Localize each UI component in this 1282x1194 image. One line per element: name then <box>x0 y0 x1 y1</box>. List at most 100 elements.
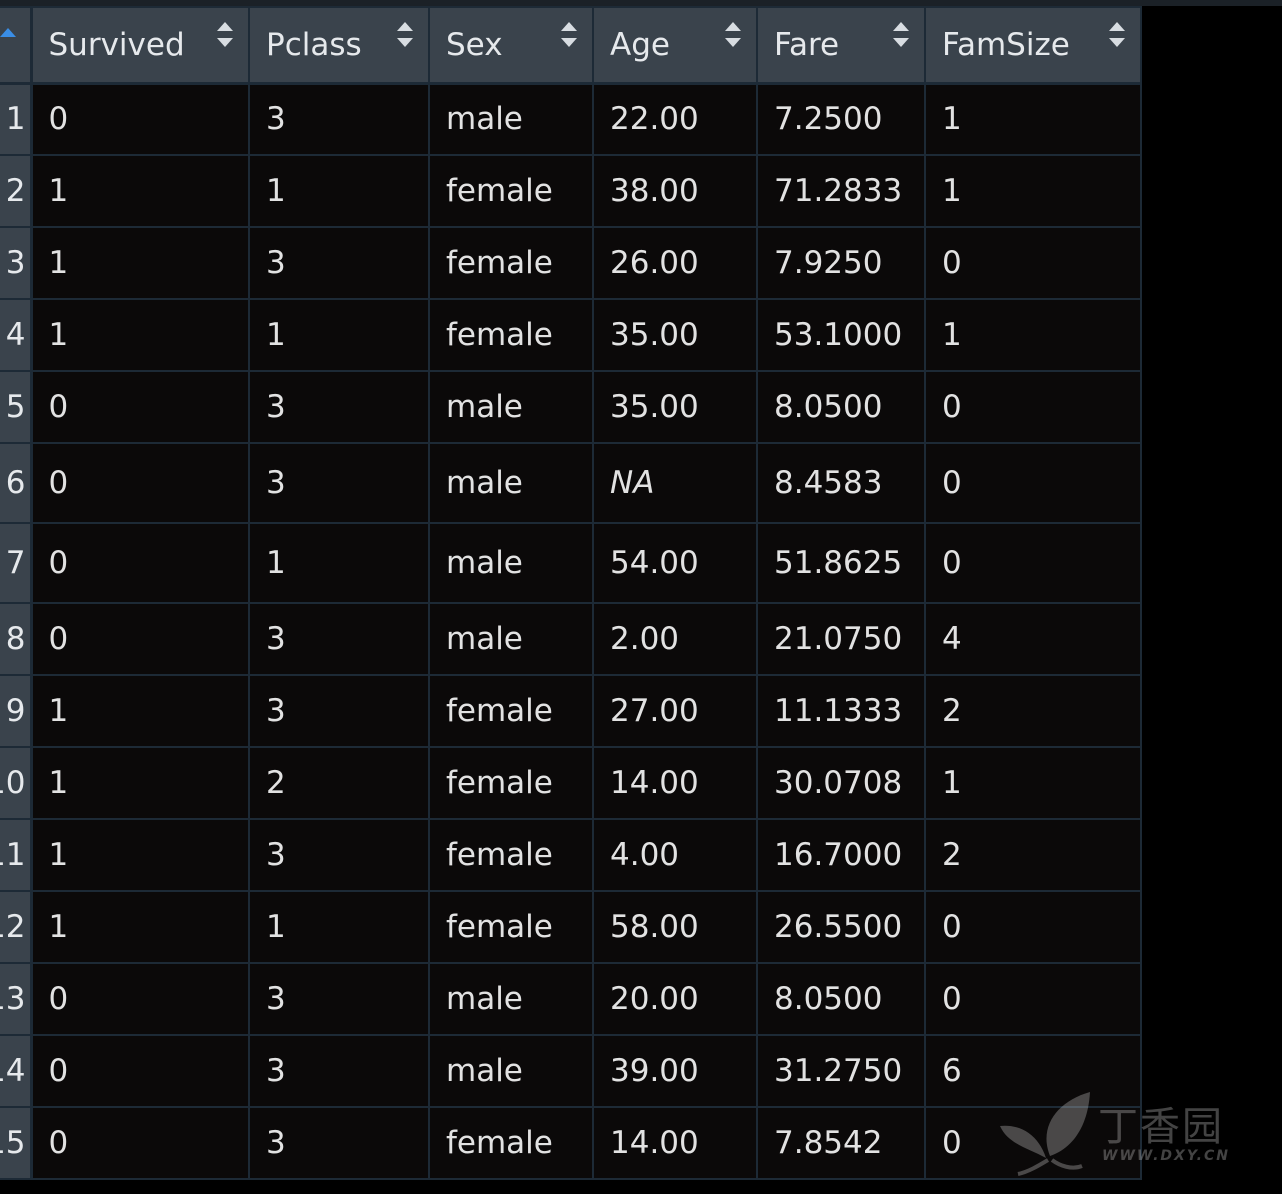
cell-pclass: 2 <box>248 746 430 820</box>
cell-age: 58.00 <box>592 890 758 964</box>
cell-pclass: 3 <box>248 226 430 300</box>
cell-famsize: 0 <box>924 962 1142 1036</box>
sort-ascending-icon <box>0 28 16 37</box>
sort-icon[interactable] <box>724 22 742 52</box>
cell-sex: female <box>428 818 594 892</box>
cell-famsize: 1 <box>924 82 1142 156</box>
table-row[interactable]: 1303male20.008.05000 <box>0 962 1142 1036</box>
cell-pclass: 1 <box>248 298 430 372</box>
watermark-url: WWW.DXY.CN <box>1102 1148 1230 1164</box>
column-header-sex[interactable]: Sex <box>428 6 594 85</box>
cell-survived: 1 <box>30 818 250 892</box>
table-row[interactable]: 5 0 3 male 35.00 8.0500 0 <box>0 370 1142 444</box>
cell-famsize: 0 <box>924 226 1142 300</box>
table-row[interactable]: 1 0 3 male 22.00 7.2500 1 <box>0 82 1142 156</box>
cell-famsize: 4 <box>924 602 1142 676</box>
row-number: 6 <box>0 442 33 524</box>
table-row[interactable]: 8 0 3 male 2.00 21.0750 4 <box>0 602 1142 676</box>
cell-fare: 16.7000 <box>756 818 926 892</box>
row-number: 2 <box>0 154 33 228</box>
row-number-header[interactable] <box>0 6 33 85</box>
cell-fare: 53.1000 <box>756 298 926 372</box>
row-number: 4 <box>0 298 33 372</box>
cell-fare: 8.0500 <box>756 370 926 444</box>
sort-icon[interactable] <box>560 22 578 52</box>
cell-sex: male <box>428 442 594 524</box>
table-row[interactable]: 2 1 1 female 38.00 71.2833 1 <box>0 154 1142 228</box>
cell-sex: male <box>428 82 594 156</box>
table-row[interactable]: 6 0 3 male NA 8.4583 0 <box>0 442 1142 524</box>
sort-icon[interactable] <box>1108 22 1126 52</box>
cell-famsize: 1 <box>924 746 1142 820</box>
cell-sex: female <box>428 674 594 748</box>
cell-age: 22.00 <box>592 82 758 156</box>
cell-survived: 1 <box>30 154 250 228</box>
cell-survived: 0 <box>30 1106 250 1180</box>
table-row[interactable]: 4 1 1 female 35.00 53.1000 1 <box>0 298 1142 372</box>
column-header-famsize[interactable]: FamSize <box>924 6 1142 85</box>
watermark-brand: 丁香园 <box>1098 1104 1224 1150</box>
table-row[interactable]: 1403male39.0031.27506 <box>0 1034 1142 1108</box>
cell-fare: 31.2750 <box>756 1034 926 1108</box>
cell-survived: 1 <box>30 298 250 372</box>
row-number: 9 <box>0 674 33 748</box>
cell-age: 35.00 <box>592 370 758 444</box>
cell-age: 54.00 <box>592 522 758 604</box>
cell-survived: 1 <box>30 674 250 748</box>
sort-icon[interactable] <box>396 22 414 52</box>
column-header-age[interactable]: Age <box>592 6 758 85</box>
row-number: 13 <box>0 962 33 1036</box>
cell-sex: male <box>428 962 594 1036</box>
cell-age: 26.00 <box>592 226 758 300</box>
cell-fare: 7.8542 <box>756 1106 926 1180</box>
table-row[interactable]: 1211female58.0026.55000 <box>0 890 1142 964</box>
column-header-survived[interactable]: Survived <box>30 6 250 85</box>
cell-age: 27.00 <box>592 674 758 748</box>
cell-fare: 11.1333 <box>756 674 926 748</box>
cell-fare: 26.5500 <box>756 890 926 964</box>
column-header-pclass[interactable]: Pclass <box>248 6 430 85</box>
table-row[interactable]: 1503female14.007.85420 <box>0 1106 1142 1180</box>
cell-fare: 21.0750 <box>756 602 926 676</box>
row-number: 7 <box>0 522 33 604</box>
column-header-label: Pclass <box>266 26 362 63</box>
sort-icon[interactable] <box>216 22 234 52</box>
cell-sex: female <box>428 154 594 228</box>
cell-fare: 7.2500 <box>756 82 926 156</box>
table-row[interactable]: 9 1 3 female 27.00 11.1333 2 <box>0 674 1142 748</box>
row-number: 14 <box>0 1034 33 1108</box>
cell-pclass: 3 <box>248 1106 430 1180</box>
table-row[interactable]: 1012female14.0030.07081 <box>0 746 1142 820</box>
table-row[interactable]: 3 1 3 female 26.00 7.9250 0 <box>0 226 1142 300</box>
cell-pclass: 3 <box>248 962 430 1036</box>
table-row[interactable]: 1113female4.0016.70002 <box>0 818 1142 892</box>
cell-sex: male <box>428 522 594 604</box>
cell-famsize: 2 <box>924 818 1142 892</box>
cell-pclass: 3 <box>248 1034 430 1108</box>
cell-survived: 0 <box>30 522 250 604</box>
cell-sex: female <box>428 298 594 372</box>
row-number: 3 <box>0 226 33 300</box>
cell-pclass: 3 <box>248 602 430 676</box>
cell-survived: 1 <box>30 746 250 820</box>
cell-fare: 8.4583 <box>756 442 926 524</box>
cell-sex: male <box>428 1034 594 1108</box>
cell-sex: female <box>428 226 594 300</box>
cell-fare: 8.0500 <box>756 962 926 1036</box>
sort-icon[interactable] <box>892 22 910 52</box>
cell-famsize: 2 <box>924 674 1142 748</box>
cell-survived: 0 <box>30 962 250 1036</box>
cell-pclass: 3 <box>248 442 430 524</box>
header-row: Survived Pclass Sex Age Fare FamSize <box>0 6 1142 85</box>
row-number: 1 <box>0 82 33 156</box>
column-header-fare[interactable]: Fare <box>756 6 926 85</box>
leaf-logo-icon <box>1000 1092 1090 1176</box>
row-number: 11 <box>0 818 33 892</box>
table-body: 1 0 3 male 22.00 7.2500 1 2 1 1 female 38.00 71.2833… <box>0 82 1142 1180</box>
cell-age: 38.00 <box>592 154 758 228</box>
cell-sex: male <box>428 370 594 444</box>
cell-survived: 0 <box>30 442 250 524</box>
table-row[interactable]: 7 0 1 male 54.00 51.8625 0 <box>0 522 1142 604</box>
cell-famsize: 1 <box>924 298 1142 372</box>
cell-sex: female <box>428 1106 594 1180</box>
